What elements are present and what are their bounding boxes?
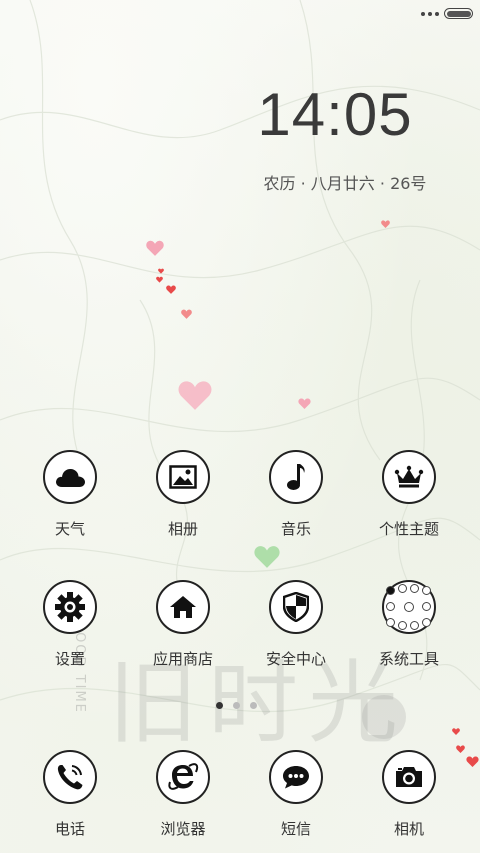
app-label: 应用商店 xyxy=(152,650,213,668)
app-label: 设置 xyxy=(54,650,85,668)
app-theme[interactable]: 个性主题 xyxy=(359,450,459,539)
heart-icon xyxy=(466,756,479,767)
app-album[interactable]: 相册 xyxy=(133,450,233,539)
phone-icon xyxy=(43,750,97,804)
image-icon xyxy=(156,450,210,504)
app-label: 安全中心 xyxy=(265,650,326,668)
camera-icon xyxy=(382,750,436,804)
home-icon xyxy=(156,580,210,634)
gear-icon xyxy=(43,580,97,634)
app-security[interactable]: 安全中心 xyxy=(246,580,346,669)
app-sms[interactable]: 短信 xyxy=(246,750,346,839)
heart-icon xyxy=(178,381,212,410)
shield-icon xyxy=(269,580,323,634)
app-label: 系统工具 xyxy=(378,650,439,668)
page-indicator[interactable] xyxy=(216,702,257,709)
app-system-tools[interactable]: 系统工具 xyxy=(359,580,459,669)
app-label: 天气 xyxy=(54,520,85,538)
heart-icon xyxy=(181,309,192,319)
app-settings[interactable]: 设置 xyxy=(20,580,120,669)
browser-e-icon xyxy=(156,750,210,804)
heart-icon xyxy=(254,546,280,568)
app-label: 音乐 xyxy=(280,520,311,538)
heart-icon xyxy=(298,398,311,409)
status-bar xyxy=(0,0,480,28)
heart-icon xyxy=(156,276,163,283)
page-dot-active[interactable] xyxy=(216,702,223,709)
clock-time[interactable]: 14:05 xyxy=(250,80,420,149)
app-weather[interactable]: 天气 xyxy=(20,450,120,539)
heart-icon xyxy=(452,728,460,735)
app-label: 浏览器 xyxy=(160,820,206,838)
app-music[interactable]: 音乐 xyxy=(246,450,346,539)
heart-icon xyxy=(166,285,176,294)
app-browser[interactable]: 浏览器 xyxy=(133,750,233,839)
battery-icon xyxy=(444,8,473,19)
heart-icon xyxy=(158,268,164,274)
heart-icon xyxy=(146,240,164,256)
app-label: 电话 xyxy=(54,820,85,838)
chat-bubble-icon xyxy=(269,750,323,804)
app-label: 个性主题 xyxy=(378,520,439,538)
more-dots-icon xyxy=(421,12,439,16)
page-dot[interactable] xyxy=(250,702,257,709)
app-label: 短信 xyxy=(280,820,311,838)
heart-icon xyxy=(381,220,390,228)
app-store[interactable]: 应用商店 xyxy=(133,580,233,669)
page-dot[interactable] xyxy=(233,702,240,709)
app-label: 相册 xyxy=(167,520,198,538)
app-phone[interactable]: 电话 xyxy=(20,750,120,839)
tools-folder-icon xyxy=(382,580,436,634)
lunar-date: 农历 · 八月廿六 · 26号 xyxy=(263,174,427,193)
weather-icon xyxy=(43,450,97,504)
app-camera[interactable]: 相机 xyxy=(359,750,459,839)
music-note-icon xyxy=(269,450,323,504)
wallpaper-dot xyxy=(362,695,406,739)
app-label: 相机 xyxy=(393,820,424,838)
crown-icon xyxy=(382,450,436,504)
